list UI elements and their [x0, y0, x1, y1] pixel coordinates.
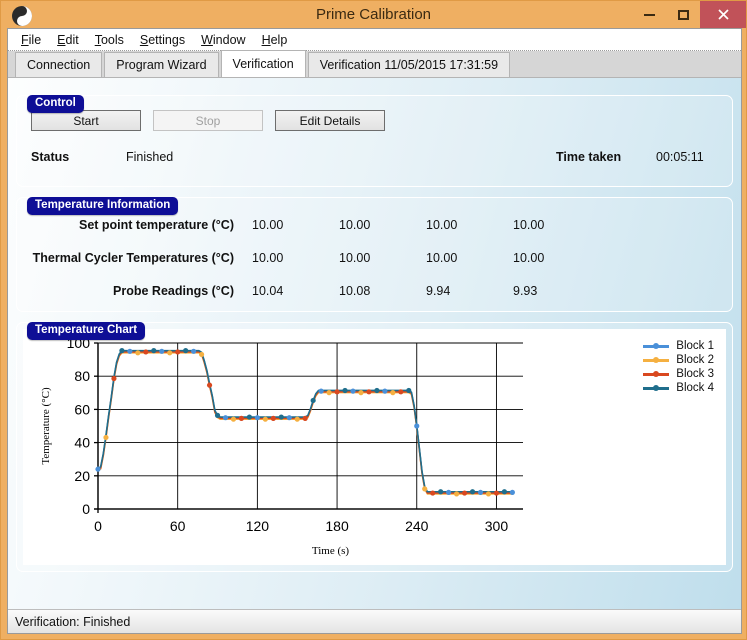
- status-bar: Verification: Finished: [8, 609, 741, 633]
- menu-tools[interactable]: Tools: [90, 32, 135, 48]
- svg-text:60: 60: [170, 518, 186, 534]
- tab-program-wizard[interactable]: Program Wizard: [104, 52, 219, 77]
- svg-text:60: 60: [74, 401, 90, 417]
- probe-readings-row: Probe Readings (°C) 10.04 10.08 9.94 9.9…: [17, 274, 732, 307]
- svg-text:0: 0: [94, 518, 102, 534]
- menu-help-rest: elp: [270, 32, 288, 47]
- temperature-chart-body: 0 20 40 60 80 100 0 60 120 180 240 300 Time (s) Tempe…: [16, 322, 733, 572]
- menu-file[interactable]: File: [16, 32, 52, 48]
- stop-button[interactable]: Stop: [153, 110, 263, 131]
- svg-text:80: 80: [74, 368, 90, 384]
- legend-label-block-3: Block 3: [676, 368, 714, 380]
- control-button-row: Start Stop Edit Details: [31, 110, 718, 131]
- thermal-cycler-row: Thermal Cycler Temperatures (°C) 10.00 1…: [17, 241, 732, 274]
- set-point-value-4: 10.00: [513, 217, 545, 232]
- legend-item-block-4: Block 4: [643, 381, 714, 395]
- status-row: Status Finished Time taken 00:05:11: [31, 150, 718, 164]
- menu-settings-mnemonic: S: [139, 32, 149, 47]
- control-group-header: Control: [27, 95, 84, 113]
- menu-bar: File Edit Tools Settings Window Help: [8, 29, 741, 51]
- temperature-chart-svg: 0204060801000 60 120 180 240 300Time (s)Tempe…: [40, 335, 523, 557]
- probe-readings-value-2: 10.08: [339, 283, 371, 298]
- set-point-value-2: 10.00: [339, 217, 371, 232]
- svg-text:20: 20: [74, 468, 90, 484]
- menu-help[interactable]: Help: [257, 32, 299, 48]
- thermal-cycler-value-4: 10.00: [513, 250, 545, 265]
- menu-window-rest: indow: [212, 32, 246, 47]
- control-group-body: Start Stop Edit Details Status Finished …: [16, 95, 733, 187]
- legend-label-block-1: Block 1: [676, 340, 714, 352]
- set-point-value-1: 10.00: [252, 217, 284, 232]
- svg-text:Time (s): Time (s): [312, 545, 350, 557]
- legend-item-block-2: Block 2: [643, 353, 714, 367]
- menu-window-mnemonic: W: [201, 32, 213, 47]
- tab-connection[interactable]: Connection: [15, 52, 103, 77]
- chart-legend: Block 1 Block 2 Block 3 Block 4: [643, 339, 714, 395]
- menu-edit[interactable]: Edit: [52, 32, 90, 48]
- menu-settings[interactable]: Settings: [135, 32, 196, 48]
- menu-edit-rest: dit: [65, 32, 79, 47]
- menu-file-rest: ile: [28, 32, 42, 47]
- status-bar-text: Verification: Finished: [15, 614, 131, 629]
- svg-text:300: 300: [485, 518, 509, 534]
- time-taken-value: 00:05:11: [656, 150, 704, 164]
- legend-swatch-block-4: [643, 384, 670, 391]
- temperature-information-header: Temperature Information: [27, 197, 179, 215]
- edit-details-button[interactable]: Edit Details: [275, 110, 385, 131]
- minimize-button[interactable]: [632, 1, 666, 28]
- legend-swatch-block-2: [643, 356, 670, 363]
- set-point-value-3: 10.00: [426, 217, 458, 232]
- chart-canvas-wrapper: 0 20 40 60 80 100 0 60 120 180 240 300 Time (s) Tempe…: [23, 329, 726, 565]
- probe-readings-label: Probe Readings (°C): [113, 283, 234, 298]
- svg-text:0: 0: [82, 501, 90, 517]
- close-button[interactable]: [700, 1, 746, 28]
- status-label: Status: [31, 150, 70, 164]
- temperature-chart-group: Temperature Chart 0 20 40 60 80 100 0 60 120 180 2…: [16, 322, 733, 572]
- legend-item-block-3: Block 3: [643, 367, 714, 381]
- time-taken-label: Time taken: [556, 150, 622, 164]
- menu-edit-mnemonic: E: [57, 32, 66, 47]
- status-value: Finished: [126, 150, 174, 164]
- svg-text:Temperature (°C): Temperature (°C): [40, 387, 52, 465]
- temperature-information-group: Temperature Information Set point temper…: [16, 197, 733, 312]
- app-window: Prime Calibration File Edit Tools Settin…: [0, 0, 747, 640]
- tab-strip: Connection Program Wizard Verification V…: [8, 50, 741, 78]
- svg-text:180: 180: [325, 518, 349, 534]
- menu-window[interactable]: Window: [196, 32, 256, 48]
- svg-text:120: 120: [246, 518, 270, 534]
- control-group: Control Start Stop Edit Details Status F…: [16, 95, 733, 187]
- tab-verification-run[interactable]: Verification 11/05/2015 17:31:59: [307, 52, 511, 77]
- thermal-cycler-value-3: 10.00: [426, 250, 458, 265]
- probe-readings-value-1: 10.04: [252, 283, 284, 298]
- probe-readings-value-3: 9.94: [426, 283, 451, 298]
- thermal-cycler-value-1: 10.00: [252, 250, 284, 265]
- thermal-cycler-value-2: 10.00: [339, 250, 371, 265]
- legend-swatch-block-3: [643, 370, 670, 377]
- temperature-chart-header: Temperature Chart: [27, 322, 146, 340]
- legend-label-block-2: Block 2: [676, 354, 714, 366]
- start-button[interactable]: Start: [31, 110, 141, 131]
- legend-swatch-block-1: [643, 342, 670, 349]
- set-point-label: Set point temperature (°C): [78, 217, 234, 232]
- maximize-button[interactable]: [666, 1, 700, 28]
- menu-settings-rest: ettings: [148, 32, 186, 47]
- menu-help-mnemonic: H: [261, 32, 271, 47]
- tab-verification[interactable]: Verification: [220, 50, 306, 77]
- menu-file-mnemonic: F: [21, 32, 29, 47]
- menu-tools-rest: ools: [100, 32, 124, 47]
- client-area: File Edit Tools Settings Window Help Con…: [7, 28, 742, 634]
- probe-readings-value-4: 9.93: [513, 283, 538, 298]
- svg-text:40: 40: [74, 435, 90, 451]
- legend-item-block-1: Block 1: [643, 339, 714, 353]
- thermal-cycler-label: Thermal Cycler Temperatures (°C): [32, 250, 234, 265]
- svg-text:240: 240: [405, 518, 429, 534]
- tab-content-verification: Control Start Stop Edit Details Status F…: [8, 78, 741, 609]
- legend-label-block-4: Block 4: [676, 382, 714, 394]
